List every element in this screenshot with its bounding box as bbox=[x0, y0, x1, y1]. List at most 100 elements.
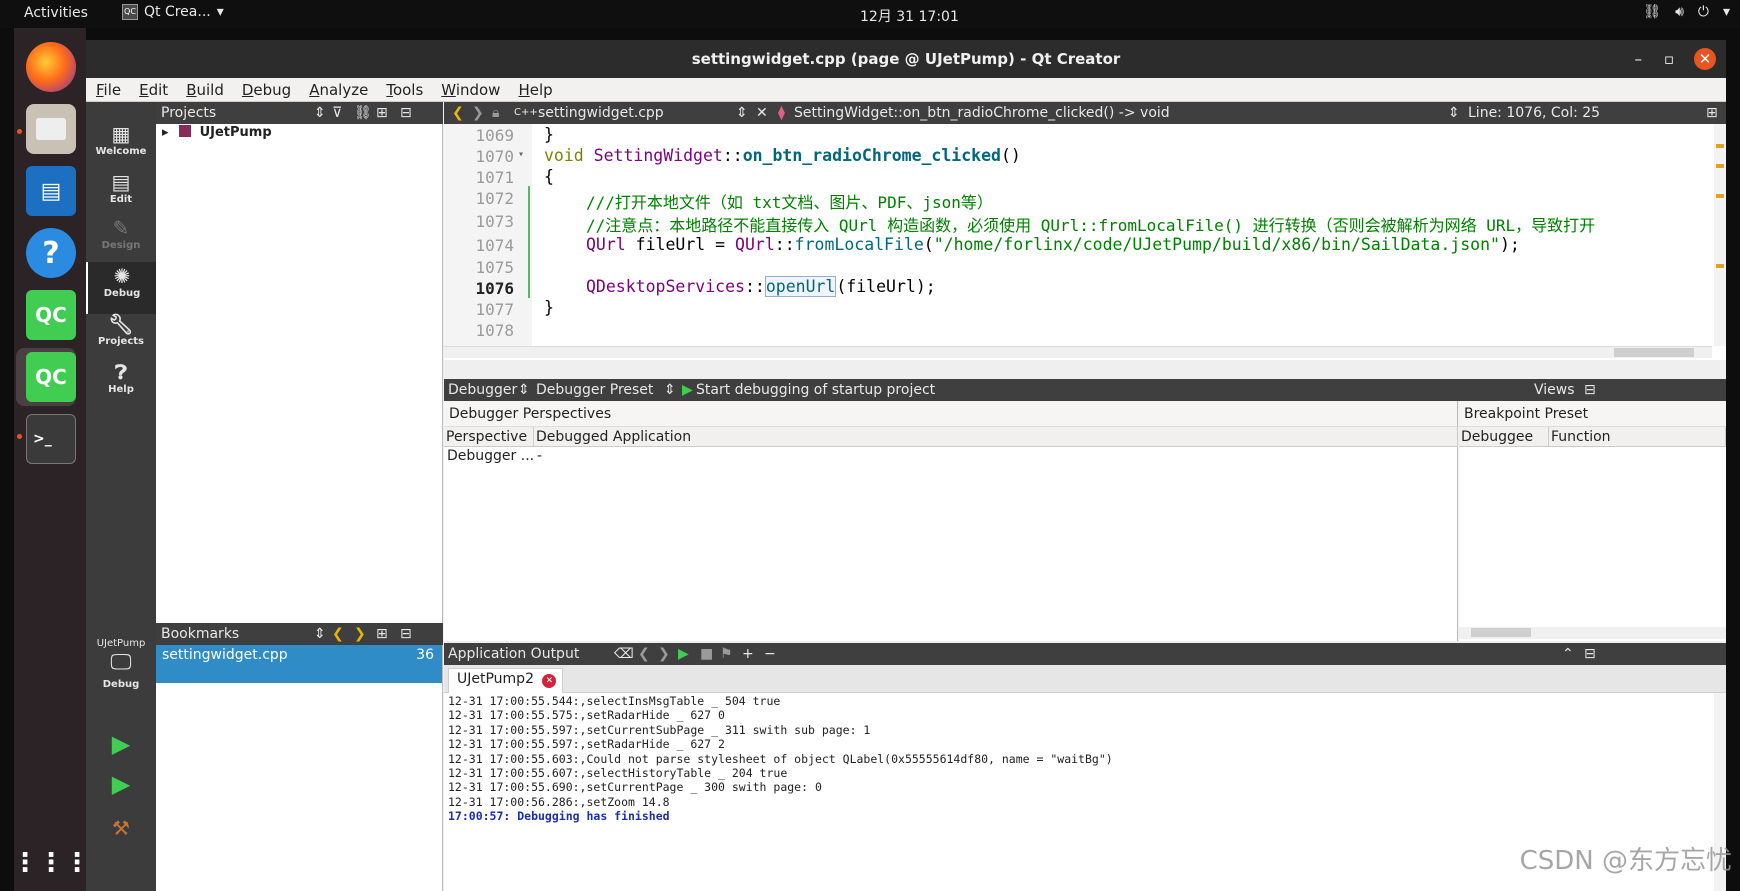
writer-icon[interactable]: ▤ bbox=[26, 166, 76, 216]
link-icon[interactable]: ⛓ bbox=[354, 102, 372, 124]
attach-icon[interactable]: ⚑ bbox=[720, 643, 733, 665]
close-pane-icon[interactable]: ⊟ bbox=[1584, 643, 1596, 665]
stop-icon[interactable]: ■ bbox=[700, 643, 713, 665]
mode-debug[interactable]: ✺ Debug bbox=[86, 262, 156, 314]
fold-arrow-icon[interactable]: ▾ bbox=[518, 149, 524, 160]
menu-analyze[interactable]: Analyze bbox=[309, 78, 368, 101]
code-editor[interactable]: 1069 1070 ▾ 1071 1072 1073 1074 1075 107… bbox=[444, 124, 1726, 360]
run-button[interactable]: ▶ bbox=[86, 730, 156, 770]
debugger-preset-combo[interactable]: Debugger Preset bbox=[536, 379, 653, 401]
next-bookmark-icon[interactable]: ❯ bbox=[354, 623, 366, 645]
prev-icon[interactable]: ❮ bbox=[638, 643, 650, 665]
kit-selector[interactable]: UJetPump 🖵︎ Debug bbox=[86, 638, 156, 718]
mode-welcome[interactable]: ▦ Welcome bbox=[86, 120, 156, 172]
horizontal-scrollbar[interactable] bbox=[444, 346, 1712, 358]
combo-arrows-icon[interactable]: ⇕ bbox=[518, 379, 530, 401]
menu-file[interactable]: File bbox=[96, 78, 121, 101]
views-button[interactable]: Views bbox=[1534, 379, 1575, 401]
file-combo[interactable]: settingwidget.cpp bbox=[538, 102, 664, 124]
menu-edit[interactable]: Edit bbox=[139, 78, 168, 101]
close-tab-icon[interactable]: ✕ bbox=[542, 674, 557, 688]
column-header-application[interactable]: Debugged Application bbox=[534, 427, 1458, 447]
chevron-down-icon[interactable]: ▾ bbox=[1723, 4, 1730, 20]
show-apps-icon[interactable]: ⋮⋮⋮ bbox=[12, 838, 90, 888]
close-pane-icon[interactable]: ⊟ bbox=[400, 102, 412, 124]
menu-build[interactable]: Build bbox=[186, 78, 224, 101]
start-debugging-button[interactable]: Start debugging of startup project bbox=[696, 379, 935, 401]
maximize-icon[interactable]: ▫ bbox=[1664, 40, 1674, 78]
split-icon[interactable]: ⊞ bbox=[376, 623, 388, 645]
close-pane-icon[interactable]: ⊟ bbox=[1584, 379, 1596, 401]
combo-arrows-icon[interactable]: ⇕ bbox=[736, 102, 748, 124]
menu-tools[interactable]: Tools bbox=[386, 78, 423, 101]
back-icon[interactable]: ❮ bbox=[452, 102, 464, 124]
forward-icon[interactable]: ❯ bbox=[472, 102, 484, 124]
mode-projects[interactable]: 🔧︎ Projects bbox=[86, 310, 156, 362]
power-icon[interactable]: ⏻ bbox=[1698, 4, 1709, 20]
cursor-position[interactable]: Line: 1076, Col: 25 bbox=[1468, 102, 1600, 124]
zoom-in-icon[interactable]: + bbox=[742, 643, 754, 665]
rerun-icon[interactable]: ▶ bbox=[678, 643, 689, 665]
system-tray[interactable]: ⛓ 🔊︎ ⏻ ▾ bbox=[1643, 4, 1730, 20]
menu-debug[interactable]: Debug bbox=[242, 78, 291, 101]
expand-arrow-icon[interactable]: ▸ bbox=[162, 125, 169, 140]
column-header-perspective[interactable]: Perspective bbox=[444, 427, 534, 447]
menu-window[interactable]: Window bbox=[441, 78, 500, 101]
build-button[interactable]: ⚒ bbox=[86, 814, 156, 844]
close-pane-icon[interactable]: ⊟ bbox=[400, 623, 412, 645]
clear-output-icon[interactable]: ⌫ bbox=[614, 643, 634, 665]
lock-icon[interactable]: 🔒︎ bbox=[492, 102, 499, 124]
log-line: 12-31 17:00:55.603:,Could not parse styl… bbox=[448, 752, 1113, 766]
output-tab-ujetpump2[interactable]: UJetPump2 ✕ bbox=[448, 668, 564, 693]
log-line: 12-31 17:00:55.607:,selectHistoryTable _… bbox=[448, 766, 788, 780]
help-app-icon[interactable]: ? bbox=[26, 228, 76, 278]
split-icon[interactable]: ⊞ bbox=[376, 102, 388, 124]
mode-edit[interactable]: ▤ Edit bbox=[86, 168, 156, 220]
scrollbar-thumb[interactable] bbox=[1471, 628, 1531, 637]
maximize-pane-icon[interactable]: ⌃ bbox=[1562, 643, 1574, 665]
mode-help[interactable]: ❓︎ Help bbox=[86, 358, 156, 410]
network-icon[interactable]: ⛓ bbox=[1643, 4, 1661, 20]
combo-arrows-icon[interactable]: ⇕ bbox=[664, 379, 676, 401]
sort-icon[interactable]: ⇕ bbox=[314, 102, 326, 124]
close-document-icon[interactable]: ✕ bbox=[756, 102, 768, 124]
filter-icon[interactable]: ⊽ bbox=[332, 102, 342, 124]
table-cell[interactable]: Debugger ... bbox=[447, 448, 534, 464]
code-line: void SettingWidget::on_btn_radioChrome_c… bbox=[544, 146, 1021, 165]
clock[interactable]: 12月 31 17:01 bbox=[860, 6, 959, 26]
column-header-debuggee[interactable]: Debuggee bbox=[1459, 427, 1549, 447]
volume-icon[interactable]: 🔊︎ bbox=[1675, 4, 1684, 20]
close-icon[interactable]: ✕ bbox=[1694, 48, 1716, 70]
activities-button[interactable]: Activities bbox=[24, 5, 88, 21]
terminal-icon[interactable]: >_ bbox=[26, 414, 76, 464]
debug-run-button[interactable]: ▶ bbox=[86, 770, 156, 810]
cpp-file-icon: C++ bbox=[514, 107, 538, 118]
line-number: 1072 bbox=[475, 189, 514, 208]
qt-creator-active-icon[interactable]: QC bbox=[26, 352, 76, 402]
sort-icon[interactable]: ⇕ bbox=[314, 623, 326, 645]
bookmarks-combo[interactable]: Bookmarks bbox=[161, 626, 239, 642]
firefox-icon[interactable] bbox=[26, 42, 76, 92]
symbol-combo[interactable]: SettingWidget::on_btn_radioChrome_clicke… bbox=[794, 102, 1170, 124]
horizontal-scrollbar[interactable] bbox=[1459, 627, 1726, 639]
zoom-out-icon[interactable]: − bbox=[764, 643, 776, 665]
app-menu[interactable]: QC Qt Crea... ▾ bbox=[122, 4, 224, 20]
projects-combo[interactable]: Projects bbox=[161, 105, 216, 121]
tree-item-ujetpump[interactable]: ▸ UJetPump bbox=[162, 125, 272, 140]
combo-arrows-icon[interactable]: ⇕ bbox=[1448, 102, 1460, 124]
split-icon[interactable]: ⊞ bbox=[1706, 102, 1718, 124]
prev-bookmark-icon[interactable]: ❮ bbox=[332, 623, 344, 645]
files-icon[interactable] bbox=[26, 104, 76, 154]
debugger-combo[interactable]: Debugger bbox=[448, 379, 517, 401]
minimize-icon[interactable]: – bbox=[1635, 40, 1643, 78]
column-header-function[interactable]: Function bbox=[1549, 427, 1726, 447]
line-number-gutter: 1069 1070 ▾ 1071 1072 1073 1074 1075 107… bbox=[444, 124, 532, 346]
table-cell[interactable]: - bbox=[537, 448, 542, 464]
qt-creator-icon[interactable]: QC bbox=[26, 290, 76, 340]
menu-help[interactable]: Help bbox=[518, 78, 552, 101]
scrollbar-thumb[interactable] bbox=[1614, 348, 1694, 357]
next-icon[interactable]: ❯ bbox=[658, 643, 670, 665]
mode-design[interactable]: ✎ Design bbox=[86, 214, 156, 266]
list-item[interactable]: settingwidget.cpp 36 bbox=[156, 645, 442, 683]
vertical-scrollbar[interactable] bbox=[1714, 124, 1726, 346]
